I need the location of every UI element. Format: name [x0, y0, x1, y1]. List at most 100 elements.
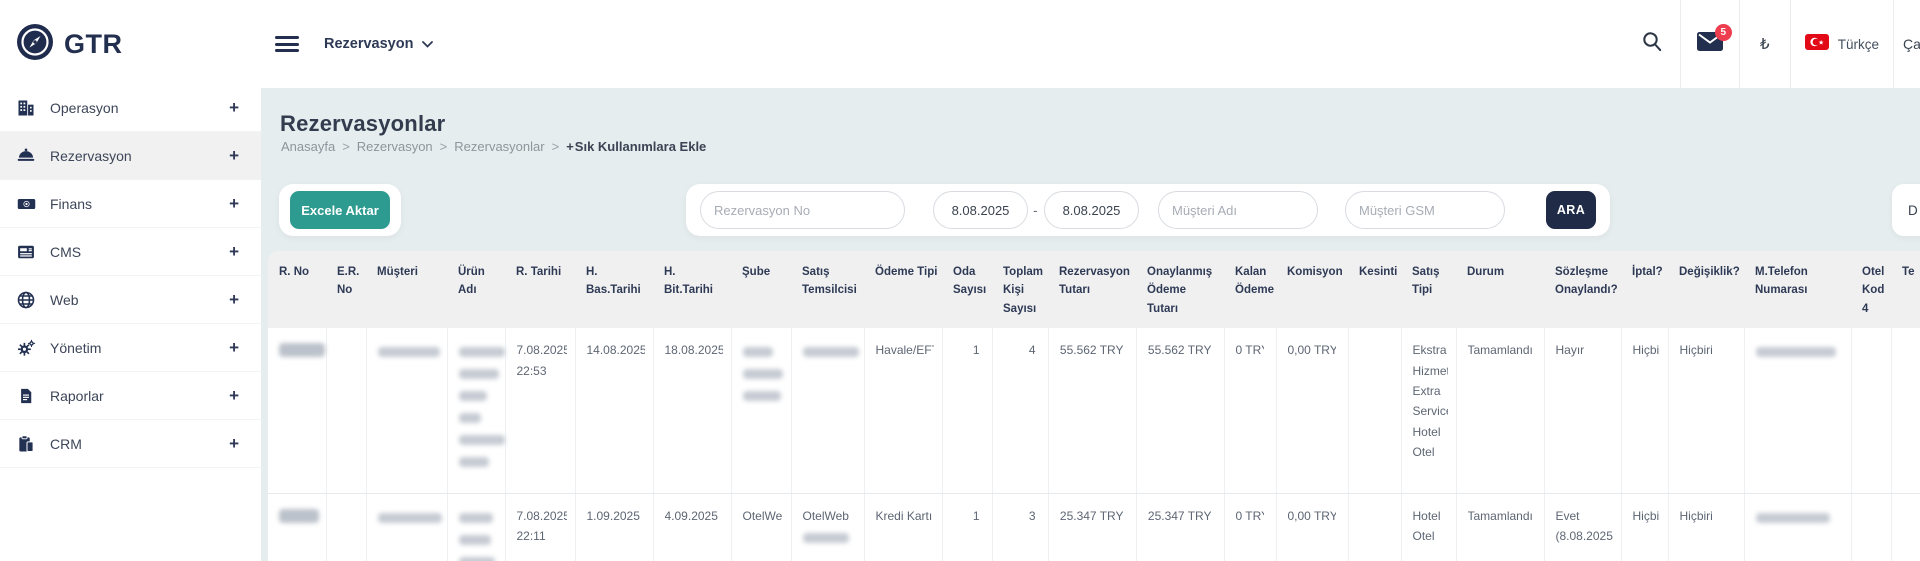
redacted-text — [802, 533, 849, 544]
reservation-no-input[interactable] — [700, 191, 905, 229]
expand-plus-icon[interactable]: + — [229, 434, 243, 454]
search-button[interactable] — [1624, 0, 1680, 88]
table-cell: Hiçbiri — [1621, 493, 1669, 561]
expand-plus-icon[interactable]: + — [229, 290, 243, 310]
date-to-input[interactable] — [1044, 191, 1139, 229]
sidebar-item-web[interactable]: Web + — [0, 276, 261, 324]
language-selector[interactable]: Türkçe — [1791, 0, 1893, 88]
sidebar-item-label: CMS — [50, 243, 82, 260]
table-header-row: R. No E.R. No Müşteri Ürün Adı R. Tarihi H. B… — [268, 251, 1920, 329]
reservations-table-wrap: R. No E.R. No Müşteri Ürün Adı R. Tarihi H. B… — [268, 251, 1920, 561]
table-cell: 7.08.2025 22:11 — [505, 493, 576, 561]
expand-plus-icon[interactable]: + — [229, 194, 243, 214]
cell-text: Otel — [1412, 529, 1435, 544]
table-row[interactable]: 7.08.2025 22:53 14.08.2025 18.08.2025 Havale… — [268, 328, 1920, 494]
sidebar-item-y-netim[interactable]: Yönetim + — [0, 324, 261, 372]
table-body: 7.08.2025 22:53 14.08.2025 18.08.2025 Havale… — [268, 328, 1920, 561]
sidebar-item-rezervasyon[interactable]: Rezervasyon + — [0, 132, 261, 180]
breadcrumb-link[interactable]: Rezervasyon — [357, 139, 433, 154]
expand-plus-icon[interactable]: + — [229, 338, 243, 358]
brand-name: GTR — [64, 28, 123, 59]
cell-text: 1 — [972, 343, 980, 358]
expand-plus-icon[interactable]: + — [229, 386, 243, 406]
sidebar-item-cms[interactable]: CMS + — [0, 228, 261, 276]
cell-text: 18.08.2025 — [664, 343, 723, 358]
sidebar: GTR Operasyon + Rezervasyon + Finans + CMS + Web… — [0, 0, 261, 561]
cell-text: 0 TRY — [1235, 508, 1264, 523]
currency-button[interactable]: ₺ — [1740, 0, 1790, 88]
export-excel-button[interactable]: Excele Aktar — [290, 191, 390, 229]
redacted-text — [458, 435, 505, 446]
export-card: Excele Aktar — [279, 184, 401, 236]
table-cell: 4 — [992, 328, 1049, 494]
cell-text: Otel — [1412, 445, 1435, 460]
logo[interactable]: GTR — [0, 0, 261, 88]
column-header: Te — [1891, 251, 1920, 329]
sidebar-item-label: Operasyon — [50, 99, 119, 116]
breadcrumb-link[interactable]: Rezervasyonlar — [454, 139, 544, 154]
gears-icon — [15, 337, 37, 359]
topbar-truncated-item[interactable]: Ça — [1894, 0, 1920, 88]
redacted-text — [458, 369, 499, 380]
table-row[interactable]: 7.08.2025 22:11 1.09.2025 4.09.2025 OtelWeb O… — [268, 493, 1920, 561]
column-header: Sözleşme Onaylandı? — [1544, 251, 1621, 329]
breadcrumb-link[interactable]: Anasayfa — [281, 139, 335, 154]
table-cell — [791, 328, 865, 494]
sidebar-item-label: Raporlar — [50, 387, 104, 404]
cell-text: Havale/EFT — [875, 343, 934, 358]
table-cell: 55.562 TRY — [1048, 328, 1137, 494]
expand-plus-icon[interactable]: + — [229, 242, 243, 262]
expand-plus-icon[interactable]: + — [229, 98, 243, 118]
date-from-input[interactable] — [933, 191, 1028, 229]
table-cell: Hiçbiri — [1621, 328, 1669, 494]
sidebar-item-operasyon[interactable]: Operasyon + — [0, 84, 261, 132]
cell-text: 4.09.2025 — [664, 508, 718, 523]
plus-icon: + — [566, 139, 574, 154]
column-header: Değişiklik? — [1668, 251, 1744, 329]
sidebar-nav: Operasyon + Rezervasyon + Finans + CMS + Web + Yön… — [0, 84, 261, 468]
table-cell: Kredi Kartı — [864, 493, 943, 561]
table-cell — [447, 328, 506, 494]
truncated-right-button[interactable]: D — [1892, 184, 1920, 236]
column-header: M.Telefon Numarası — [1744, 251, 1851, 329]
sidebar-item-finans[interactable]: Finans + — [0, 180, 261, 228]
customer-gsm-input[interactable] — [1345, 191, 1505, 229]
customer-name-input[interactable] — [1158, 191, 1318, 229]
breadcrumb-add-favorites-label: Sık Kullanımlara Ekle — [574, 139, 707, 154]
messages-button[interactable]: 5 — [1681, 0, 1739, 88]
hamburger-menu-icon[interactable] — [275, 32, 299, 55]
table-cell: 7.08.2025 22:53 — [505, 328, 576, 494]
table-cell: 18.08.2025 — [653, 328, 732, 494]
sidebar-item-label: Web — [50, 291, 79, 308]
table-cell — [1744, 493, 1852, 561]
cloche-icon — [15, 145, 37, 167]
table-cell: Hotel Otel — [1401, 493, 1457, 561]
cell-text: 7.08.2025 — [516, 508, 567, 523]
chevron-down-icon — [422, 36, 434, 52]
table-cell — [447, 493, 506, 561]
table-cell: 55.562 TRY — [1136, 328, 1225, 494]
module-dropdown[interactable]: Rezervasyon — [324, 36, 434, 52]
table-cell — [326, 493, 367, 561]
table-cell — [731, 328, 792, 494]
language-label: Türkçe — [1837, 36, 1879, 52]
column-header: Müşteri — [366, 251, 447, 329]
column-header: H. Bas.Tarihi — [575, 251, 653, 329]
report-icon — [15, 385, 37, 407]
cell-text: 1.09.2025 — [586, 508, 640, 523]
cell-text: Evet — [1555, 508, 1580, 523]
table-cell: 0 TRY — [1224, 328, 1277, 494]
cell-text: 0,00 TRY — [1287, 508, 1336, 523]
sidebar-item-raporlar[interactable]: Raporlar + — [0, 372, 261, 420]
table-cell — [366, 493, 448, 561]
cell-text: 7.08.2025 — [516, 343, 567, 358]
cell-text: Service — [1412, 404, 1448, 419]
reservations-table: R. No E.R. No Müşteri Ürün Adı R. Tarihi H. B… — [268, 251, 1920, 561]
breadcrumb-add-favorites[interactable]: + Sık Kullanımlara Ekle — [566, 139, 706, 154]
sidebar-item-crm[interactable]: CRM + — [0, 420, 261, 468]
redacted-text — [458, 556, 495, 561]
search-submit-button[interactable]: ARA — [1546, 191, 1596, 229]
expand-plus-icon[interactable]: + — [229, 146, 243, 166]
cell-text: Hiçbiri — [1632, 343, 1660, 358]
column-header: Kesinti — [1348, 251, 1401, 329]
